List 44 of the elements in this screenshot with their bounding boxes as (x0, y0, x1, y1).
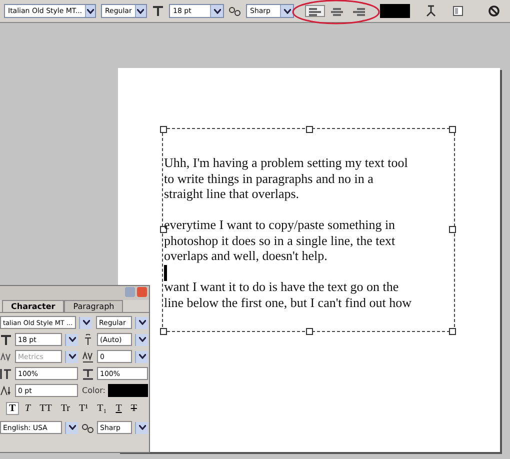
style-button[interactable]: TT (36, 402, 55, 415)
font-size-icon (152, 5, 164, 17)
text-line: photoshop it does so in a single line, the text (164, 232, 396, 248)
baseline-shift-icon (0, 384, 12, 396)
style-button[interactable]: T (6, 402, 19, 415)
style-button[interactable]: T (22, 402, 34, 415)
resize-handle[interactable] (306, 126, 313, 133)
font-size-icon (0, 334, 12, 346)
style-button[interactable]: T (112, 402, 125, 415)
kerning-icon (0, 350, 12, 362)
resize-handle[interactable] (160, 328, 167, 335)
anti-alias-icon (229, 5, 241, 17)
style-button[interactable]: T₁ (94, 402, 110, 415)
resize-handle[interactable] (449, 126, 456, 133)
leading-icon (82, 334, 94, 346)
text-line: Uhh, I'm having a problem setting my text tool (164, 155, 409, 170)
text-line: to write things in paragraphs and no in a (164, 170, 374, 186)
color-swatch[interactable] (380, 4, 410, 18)
tracking-icon (82, 350, 94, 362)
anti-alias-icon (82, 422, 94, 434)
resize-handle[interactable] (449, 226, 456, 233)
warp-text-icon[interactable] (425, 5, 437, 17)
horizontal-scale-icon (82, 368, 94, 380)
text-line: line below the first one, but I can't find out how (164, 294, 412, 310)
resize-handle[interactable] (306, 328, 313, 335)
palette-icon[interactable] (452, 5, 464, 17)
text-line: straight line that overlaps. (164, 186, 300, 202)
text-line: everytime I want to copy/paste something in (164, 217, 396, 232)
align-button[interactable] (305, 5, 325, 17)
text-bounding-box[interactable] (162, 128, 455, 332)
text-line: want I want it to do is have the text go on the (164, 279, 400, 294)
panel-tab[interactable]: Paragraph (64, 300, 124, 312)
style-button[interactable]: T¹ (76, 402, 92, 415)
color-label: Color: (82, 386, 106, 395)
style-button[interactable]: T (128, 402, 140, 415)
text-line: overlaps and well, doesn't help. (164, 248, 328, 264)
cancel-icon[interactable] (488, 5, 500, 17)
vertical-scale-icon (0, 368, 12, 380)
resize-handle[interactable] (449, 328, 456, 335)
color-swatch[interactable] (108, 384, 148, 397)
panel-tab[interactable]: Character (2, 300, 64, 312)
text-cursor (164, 264, 167, 280)
resize-handle[interactable] (160, 126, 167, 133)
style-button[interactable]: Tr (58, 402, 73, 415)
